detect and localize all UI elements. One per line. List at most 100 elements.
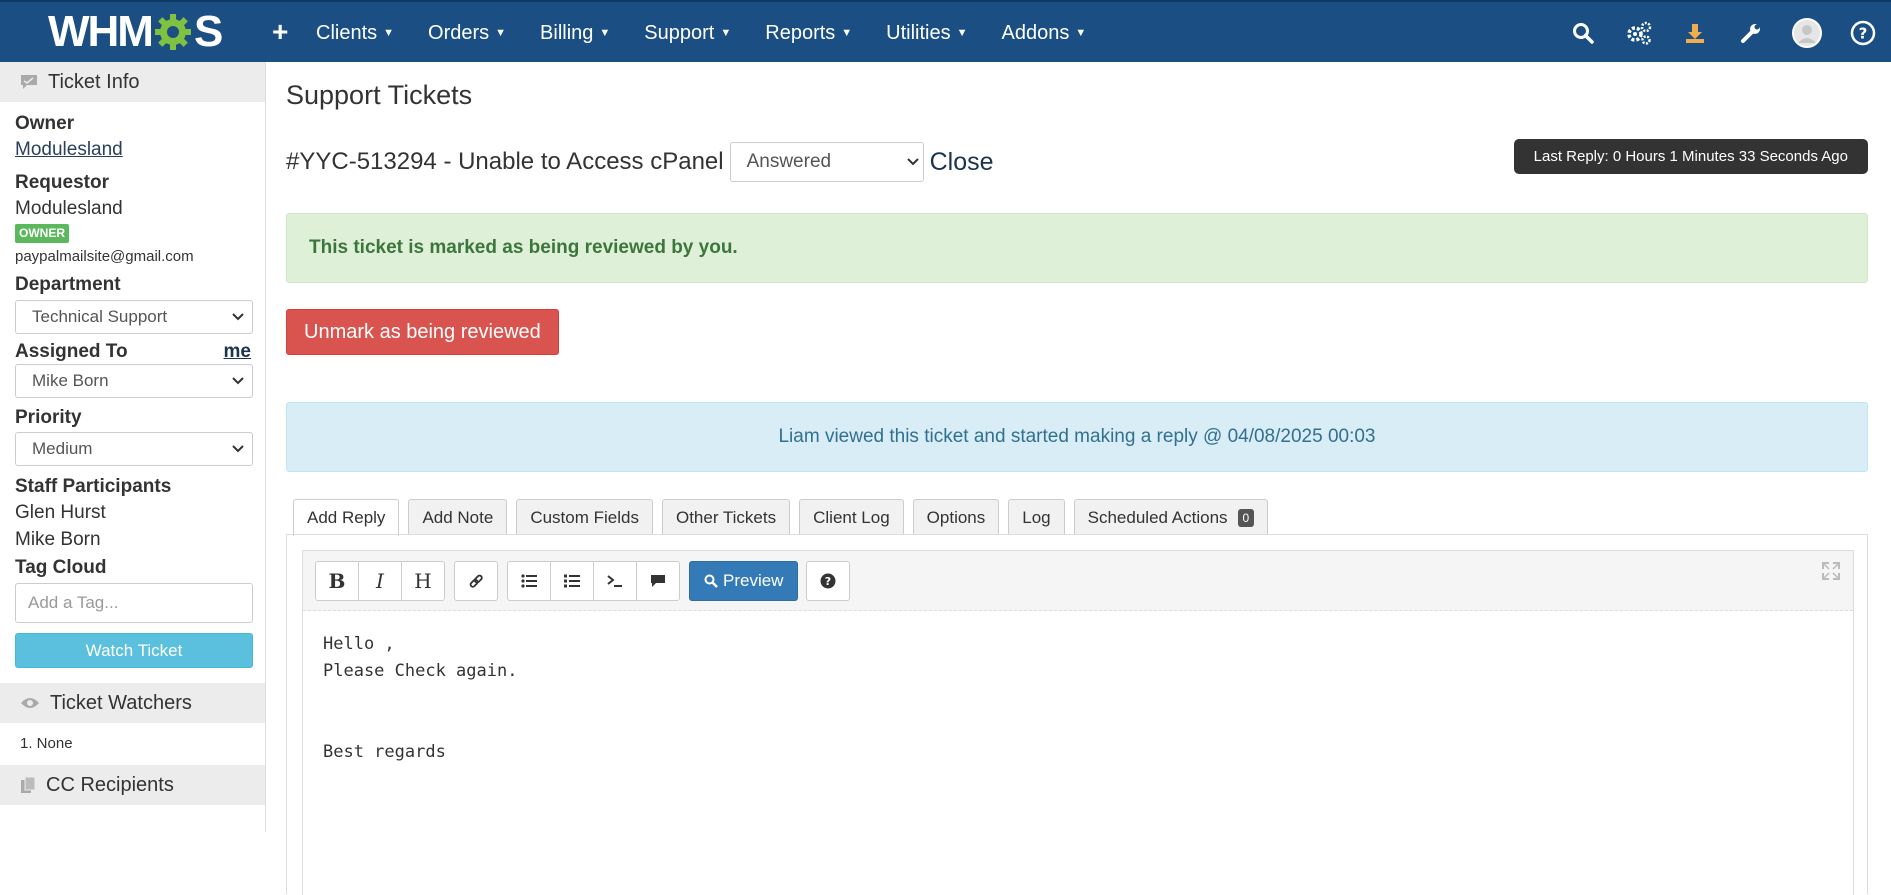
main-nav: Clients ▼ Orders ▼ Billing ▼ Support ▼ Repor… (316, 2, 1120, 64)
tab-options[interactable]: Options (912, 499, 1000, 535)
last-reply-badge: Last Reply: 0 Hours 1 Minutes 33 Seconds… (1513, 139, 1868, 174)
logo-gear-icon (154, 14, 191, 50)
reply-panel: B I H Preview ? Hello , Please Check aga… (286, 534, 1868, 895)
tab-add-note[interactable]: Add Note (408, 499, 508, 535)
ticket-status-select[interactable]: Answered (729, 142, 924, 182)
owner-link[interactable]: Modulesland (15, 136, 251, 163)
tab-other-tickets[interactable]: Other Tickets (661, 499, 791, 535)
reply-textarea[interactable]: Hello , Please Check again. Best regards (303, 611, 1853, 786)
owner-badge: OWNER (15, 224, 69, 243)
nav-clients[interactable]: Clients ▼ (316, 22, 394, 45)
sidebar: Ticket Info Owner Modulesland Requestor … (0, 62, 266, 832)
search-icon[interactable] (1555, 2, 1611, 64)
requestor-label: Requestor (15, 172, 109, 193)
caret-down-icon: ▼ (1075, 27, 1087, 39)
tab-log[interactable]: Log (1008, 499, 1065, 535)
svg-text:?: ? (1859, 25, 1868, 43)
bullet-list-button[interactable] (507, 560, 551, 601)
nav-support[interactable]: Support ▼ (644, 22, 731, 45)
department-select[interactable]: Technical Support (15, 300, 253, 334)
nav-reports-label: Reports (765, 21, 836, 44)
download-icon[interactable] (1667, 2, 1723, 64)
cc-recipients-header: CC Recipients (0, 765, 265, 805)
avatar[interactable] (1779, 2, 1835, 64)
ticket-header: #YYC-513294 - Unable to Access cPanel An… (286, 142, 994, 182)
priority-select[interactable]: Medium (15, 432, 253, 466)
requestor-email: paypalmailsite@gmail.com (15, 248, 194, 265)
plus-icon[interactable]: + (272, 18, 288, 46)
ticket-watchers-title: Ticket Watchers (50, 691, 192, 714)
chevron-down-icon (232, 445, 244, 453)
caret-down-icon: ▼ (720, 27, 732, 39)
top-navbar: WHM S + Clients ▼ Orders ▼ Billing ▼ Suppor… (0, 0, 1891, 62)
caret-down-icon: ▼ (599, 27, 611, 39)
nav-addons[interactable]: Addons ▼ (1002, 22, 1087, 45)
comment-icon (21, 75, 37, 89)
help-icon[interactable]: ? (1835, 2, 1891, 64)
nav-clients-label: Clients (316, 21, 378, 44)
staff-participant: Mike Born (15, 529, 101, 550)
caret-down-icon: ▼ (495, 27, 507, 39)
search-icon (704, 574, 718, 588)
chevron-down-icon (232, 313, 244, 321)
whmcs-logo[interactable]: WHM S (48, 10, 223, 54)
nav-billing[interactable]: Billing ▼ (540, 22, 610, 45)
numbered-list-button[interactable] (550, 560, 594, 601)
unmark-reviewed-button[interactable]: Unmark as being reviewed (286, 309, 559, 355)
code-button[interactable] (593, 560, 637, 601)
markdown-editor: B I H Preview ? Hello , Please Check aga… (302, 550, 1854, 895)
ticket-title: #YYC-513294 - Unable to Access cPanel (286, 148, 724, 175)
ticket-info-header: Ticket Info (0, 62, 265, 102)
caret-down-icon: ▼ (956, 27, 968, 39)
wrench-icon[interactable] (1723, 2, 1779, 64)
ticket-tabs: Add Reply Add Note Custom Fields Other T… (293, 498, 1277, 536)
heading-button[interactable]: H (401, 560, 445, 601)
nav-addons-label: Addons (1001, 21, 1070, 44)
topbar-tools: ? (1555, 2, 1891, 64)
copy-icon (21, 776, 36, 793)
cogs-icon[interactable] (1611, 2, 1667, 64)
link-button[interactable] (454, 560, 498, 601)
tab-scheduled-actions[interactable]: Scheduled Actions 0 (1073, 499, 1269, 535)
department-value: Technical Support (32, 307, 168, 326)
ticket-watchers-header: Ticket Watchers (0, 683, 265, 723)
priority-label: Priority (15, 407, 82, 428)
watch-ticket-button[interactable]: Watch Ticket (15, 633, 253, 668)
bold-button[interactable]: B (315, 560, 359, 601)
quote-button[interactable] (636, 560, 680, 601)
staff-participants-label: Staff Participants (15, 476, 172, 497)
department-label: Department (15, 274, 121, 295)
nav-reports[interactable]: Reports ▼ (765, 22, 852, 45)
priority-value: Medium (32, 439, 93, 458)
requestor-value: Modulesland (15, 198, 123, 219)
tab-scheduled-actions-label: Scheduled Actions (1087, 507, 1228, 527)
chevron-down-icon (906, 158, 919, 166)
help-icon: ? (820, 573, 836, 588)
caret-down-icon: ▼ (841, 27, 853, 39)
nav-support-label: Support (644, 21, 715, 44)
tab-custom-fields[interactable]: Custom Fields (516, 499, 653, 535)
assign-to-me-link[interactable]: me (224, 341, 251, 363)
ticket-info-title: Ticket Info (48, 70, 140, 93)
watchers-list-item: 1. None (20, 735, 73, 752)
assigned-to-select[interactable]: Mike Born (15, 364, 253, 398)
tag-cloud-label: Tag Cloud (15, 557, 107, 578)
svg-text:?: ? (825, 575, 831, 588)
scheduled-actions-count: 0 (1237, 508, 1255, 527)
nav-orders[interactable]: Orders ▼ (428, 22, 506, 45)
assigned-to-value: Mike Born (32, 371, 109, 390)
chevron-down-icon (232, 377, 244, 385)
tab-add-reply[interactable]: Add Reply (293, 499, 400, 536)
tag-input[interactable]: Add a Tag... (15, 583, 253, 623)
italic-button[interactable]: I (358, 560, 402, 601)
staff-participant: Glen Hurst (15, 502, 106, 523)
bullet-list-icon (521, 573, 537, 588)
viewing-alert: Liam viewed this ticket and started maki… (286, 402, 1868, 472)
nav-utilities[interactable]: Utilities ▼ (886, 22, 967, 45)
preview-button[interactable]: Preview (689, 560, 799, 601)
close-ticket-link[interactable]: Close (930, 148, 994, 177)
tab-client-log[interactable]: Client Log (799, 499, 904, 535)
help-button[interactable]: ? (806, 560, 851, 601)
fullscreen-icon[interactable] (1821, 561, 1841, 581)
cc-recipients-title: CC Recipients (46, 773, 174, 796)
